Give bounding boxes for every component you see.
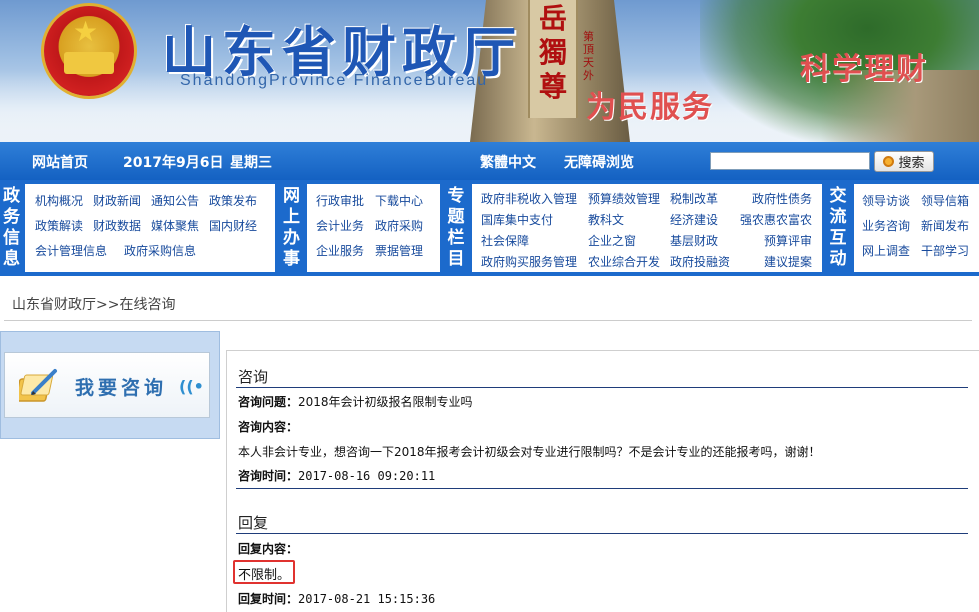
menu-label-interaction: 交 流 互 动 [826,184,850,272]
site-banner: 岳獨尊 第頂天外 ★ 山东省财政厅 ShandongProvince Finan… [0,0,979,142]
menu-item[interactable]: 农业综合开发 [588,253,660,270]
menu-item[interactable]: 通知公告 [151,192,199,209]
rock-small-inscription: 第頂天外 [583,30,594,82]
menu-item[interactable]: 基层财政 [670,232,718,249]
reply-time-row: 回复时间：2017-08-21 15:15:36 [238,590,435,607]
consult-button-label: 我要咨询 [75,377,168,399]
search-button-label: 搜索 [898,156,925,171]
menu-item[interactable]: 强农惠农富农 [740,211,812,228]
menu-item[interactable]: 国库集中支付 [481,211,553,228]
menu-item[interactable]: 政府性债务 [752,190,812,207]
emblem-gate-icon [64,52,114,74]
pencil-notebook-icon [19,369,57,402]
nav-home-link[interactable]: 网站首页 [32,152,88,172]
consult-content-value: 本人非会计专业，想咨询一下2018年报考会计初级会对专业进行限制吗？不是会计专业… [238,445,821,459]
menu-item[interactable]: 媒体聚焦 [151,217,199,234]
reply-content-label: 回复内容： [238,542,299,556]
sound-wave-icon: ((• [179,377,204,396]
nav-date: 2017年9月6日 [123,155,224,171]
consult-time-label: 咨询时间： [238,469,299,483]
emblem-star-icon: ★ [73,15,99,48]
menu-item[interactable]: 机构概况 [35,192,83,209]
menu-item[interactable]: 预算评审 [764,232,812,249]
menu-item[interactable]: 社会保障 [481,232,529,249]
menu-item[interactable]: 政府采购信息 [124,242,196,259]
consult-button[interactable]: 我要咨询 ((• [4,352,210,418]
menu-item[interactable]: 教科文 [588,211,624,228]
slogan-right: 科学理财 [800,52,928,87]
question-label: 咨询问题： [238,395,299,409]
menu-item[interactable]: 企业服务 [316,242,364,259]
consult-bottom-rule [236,488,968,489]
menu-item[interactable]: 政府采购 [375,217,423,234]
menu-item[interactable]: 领导访谈 [862,192,910,209]
menu-item[interactable]: 财政新闻 [93,192,141,209]
question-value: 2018年会计初级报名限制专业吗 [298,395,473,409]
page: 岳獨尊 第頂天外 ★ 山东省财政厅 ShandongProvince Finan… [0,0,979,612]
menu-item[interactable]: 政府非税收入管理 [481,190,577,207]
menu-item[interactable]: 建议提案 [764,253,812,270]
menu-item[interactable]: 经济建设 [670,211,718,228]
consult-time-value: 2017-08-16 09:20:11 [298,469,436,483]
breadcrumb-divider [4,320,972,321]
menu-item[interactable]: 领导信箱 [921,192,969,209]
reply-highlight-box [233,560,295,584]
nav-weekday: 星期三 [230,155,272,171]
menu-item[interactable]: 预算绩效管理 [588,190,660,207]
search-icon [883,156,895,167]
reply-section-title: 回复 [238,514,269,532]
consult-section-rule [236,387,968,388]
nav-traditional-chinese-link[interactable]: 繁體中文 [480,152,536,172]
nav-accessible-link[interactable]: 无障碍浏览 [564,152,634,172]
reply-section-rule [236,533,968,534]
breadcrumb[interactable]: 山东省财政厅>>在线咨询 [12,294,175,314]
menu-item[interactable]: 票据管理 [375,242,423,259]
rock-inscription: 岳獨尊 [538,2,567,103]
menu-item[interactable]: 国内财经 [209,217,257,234]
question-row: 咨询问题：2018年会计初级报名限制专业吗 [238,393,473,410]
consult-content-label: 咨询内容： [238,420,299,434]
reply-time-label: 回复时间： [238,592,299,606]
menu-item[interactable]: 下载中心 [375,192,423,209]
slogan-center: 为民服务 [586,90,714,125]
menu-item[interactable]: 财政数据 [93,217,141,234]
menu-item[interactable]: 政府投融资 [670,253,730,270]
menu-item[interactable]: 网上调查 [862,242,910,259]
menu-item[interactable]: 会计管理信息 [35,242,107,259]
menu-item[interactable]: 政策解读 [35,217,83,234]
menu-item[interactable]: 企业之窗 [588,232,636,249]
menu-label-special-topics: 专 题 栏 目 [444,184,468,272]
consult-time-row: 咨询时间：2017-08-16 09:20:11 [238,467,435,484]
reply-time-value: 2017-08-21 15:15:36 [298,592,436,606]
search-input[interactable] [710,152,870,170]
menu-item[interactable]: 政策发布 [209,192,257,209]
menu-item[interactable]: 新闻发布 [921,217,969,234]
search-button[interactable]: 搜索 [874,151,934,172]
menu-item[interactable]: 税制改革 [670,190,718,207]
menu-label-online-services: 网 上 办 事 [279,184,304,272]
menu-item[interactable]: 行政审批 [316,192,364,209]
menu-item[interactable]: 会计业务 [316,217,364,234]
site-subtitle: ShandongProvince FinanceBureau [180,72,489,89]
menu-item[interactable]: 业务咨询 [862,217,910,234]
menu-label-gov-info: 政 务 信 息 [0,184,23,272]
consult-section-title: 咨询 [238,368,269,386]
menu-item[interactable]: 干部学习 [921,242,969,259]
menu-item[interactable]: 政府购买服务管理 [481,253,577,270]
